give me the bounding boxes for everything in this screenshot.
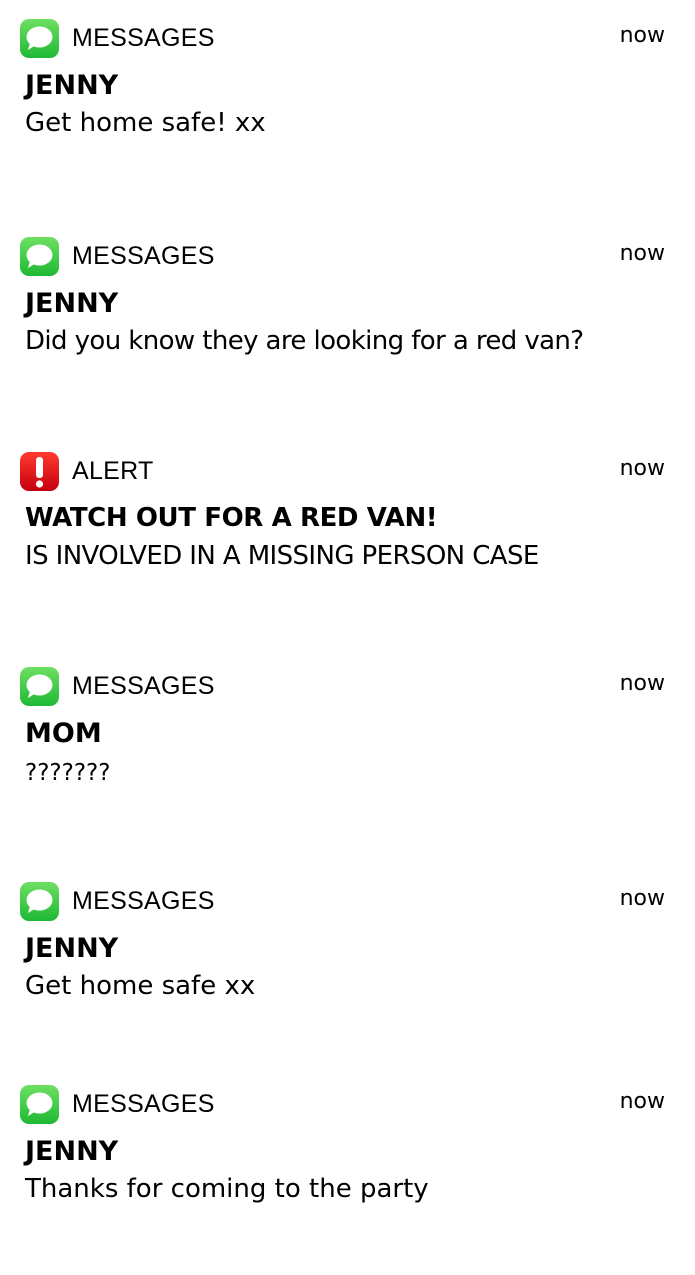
sender-name: JENNY xyxy=(25,288,119,319)
app-name: MESSAGES xyxy=(72,1090,215,1118)
timestamp: now xyxy=(619,241,665,266)
message-text: Get home safe! xx xyxy=(25,108,266,138)
messages-icon xyxy=(20,667,59,706)
messages-icon xyxy=(20,882,59,921)
message-text: Did you know they are looking for a red … xyxy=(25,326,584,356)
timestamp: now xyxy=(619,1089,665,1114)
message-text: Get home safe xx xyxy=(25,971,256,1001)
alert-icon xyxy=(20,452,59,491)
message-text: IS INVOLVED IN A MISSING PERSON CASE xyxy=(25,541,539,571)
sender-name: JENNY xyxy=(25,70,119,101)
notification-6[interactable]: MESSAGES now JENNY Thanks for coming to … xyxy=(0,1085,695,1275)
timestamp: now xyxy=(619,886,665,911)
app-name: MESSAGES xyxy=(72,24,215,52)
messages-icon xyxy=(20,237,59,276)
messages-icon xyxy=(20,1085,59,1124)
sender-name: JENNY xyxy=(25,933,119,964)
app-name: MESSAGES xyxy=(72,242,215,270)
timestamp: now xyxy=(619,456,665,481)
app-name: ALERT xyxy=(72,457,154,485)
app-name: MESSAGES xyxy=(72,672,215,700)
app-name: MESSAGES xyxy=(72,887,215,915)
message-text: ??????? xyxy=(25,760,111,786)
timestamp: now xyxy=(619,23,665,48)
notification-1[interactable]: MESSAGES now JENNY Get home safe! xx xyxy=(0,19,695,209)
sender-name: JENNY xyxy=(25,1136,119,1167)
notification-2[interactable]: MESSAGES now JENNY Did you know they are… xyxy=(0,237,695,427)
notification-5[interactable]: MESSAGES now JENNY Get home safe xx xyxy=(0,882,695,1072)
timestamp: now xyxy=(619,671,665,696)
notification-4[interactable]: MESSAGES now MOM ??????? xyxy=(0,667,695,857)
sender-name: MOM xyxy=(25,718,102,749)
alert-title: WATCH OUT FOR A RED VAN! xyxy=(25,503,438,533)
message-text: Thanks for coming to the party xyxy=(25,1174,429,1204)
notification-3[interactable]: ALERT now WATCH OUT FOR A RED VAN! IS IN… xyxy=(0,452,695,642)
messages-icon xyxy=(20,19,59,58)
